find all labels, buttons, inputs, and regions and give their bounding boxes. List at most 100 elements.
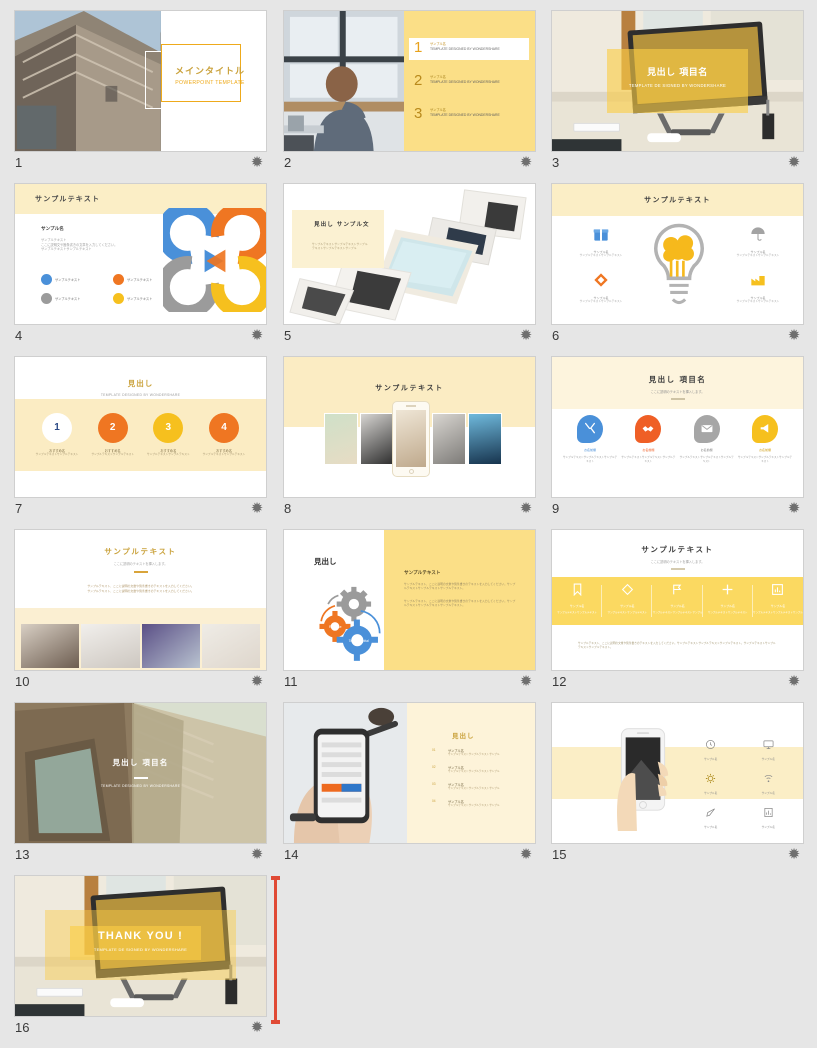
slide-15-icon-cell-5-label: サンプル名 [704,826,718,829]
slide-9-card-1-badge [577,415,603,443]
star-icon[interactable]: ✹ [787,847,801,862]
slide-number-15: 15 [552,847,567,862]
slide-thumbnail-16[interactable]: THANK YOU ! TEMPLATE DE SIGNED BY WONDER… [14,875,267,1017]
slide-7-step-1-number: 1 [42,413,72,443]
slide-cell-6[interactable]: サンプルテキスト サンプル名 サンプルテキストサンプルテキスト サンプル名 サン… [551,183,807,356]
slide-number-13: 13 [15,847,30,862]
slide-7-step-4-body: サンプルテキストサンプルテキスト [202,453,246,456]
slide-thumbnail-3[interactable]: 見出し 項目名 TEMPLATE DE SIGNED BY WONDERSHAR… [551,10,804,152]
slide-3-subtitle: TEMPLATE DE SIGNED BY WONDERSHARE [628,83,727,88]
diamond-icon [621,583,633,596]
slide-12-column-2-body: サンプルテキストサンプルテキスト [607,611,648,614]
slide-9-card-2-body: サンプルテキストサンプルテキストサンプルテキスト [621,456,676,463]
slide-cell-2[interactable]: 1 サンプル名 TEMPLATE DESIGNED BY WONDERSHARE… [283,10,539,183]
slide-thumbnail-10[interactable]: サンプルテキスト ここに説明のテキストを挿入します。 サンプルテキスト、ここに説… [14,529,267,671]
slide-number-1: 1 [15,155,23,170]
slide-thumbnail-12[interactable]: サンプルテキスト ここに説明のテキストを挿入します。 サンプル名 サンプルテキス… [551,529,804,671]
star-icon[interactable]: ✹ [519,501,533,516]
star-icon[interactable]: ✹ [787,328,801,343]
slide-meta-13: 13 ✹ [14,846,270,864]
slide-4-body: サンプルテキスト ここに説明文や箇条書きの文章を入力してください。 サンプルテキ… [41,238,153,252]
slide-14-item-3-body: サンプルテキストサンプルテキストサンプル [448,787,500,790]
slide-thumbnail-9[interactable]: 見出し 項目名 ここに説明のテキストを挿入します。 お名前欄 サンプルテキストサ… [551,356,804,498]
slide-thumbnail-6[interactable]: サンプルテキスト サンプル名 サンプルテキストサンプルテキスト サンプル名 サン… [551,183,804,325]
slide-2-item-3: 3 サンプル名 TEMPLATE DESIGNED BY WONDERSHARE [414,104,532,126]
slide-cell-3[interactable]: 見出し 項目名 TEMPLATE DE SIGNED BY WONDERSHAR… [551,10,807,183]
slide-11-panel-paragraph-1: サンプルテキスト、ここに説明の文章や箇条書きのテキストを入力してください。サンプ… [404,582,516,590]
slide-thumbnail-8[interactable]: サンプルテキスト [283,356,536,498]
star-icon[interactable]: ✹ [250,155,264,170]
slide-meta-8: 8 ✹ [283,500,539,518]
slide-cell-7[interactable]: 見出し TEMPLATE DESIGNED BY WONDERSHARE 1 お… [14,356,270,529]
slide-cell-10[interactable]: サンプルテキスト ここに説明のテキストを挿入します。 サンプルテキスト、ここに説… [14,529,270,702]
star-icon[interactable]: ✹ [250,847,264,862]
slide-12-column-5-body: サンプルテキストサンプルテキストサンプル [753,611,803,614]
slide-14-item-2: 02 サンプル名 サンプルテキストサンプルテキストサンプル [432,765,527,774]
megaphone-icon [760,424,769,433]
slide-7-step-4: 4 おすすめ名 サンプルテキストサンプルテキスト [198,413,250,457]
slide-5-body-top: サンプルテキストサンプルテキストサンプル テキストサンプルテキストサンプル [312,242,376,250]
star-icon[interactable]: ✹ [787,155,801,170]
star-icon[interactable]: ✹ [787,501,801,516]
slide-13-subtitle: TEMPLATE DESIGNED BY WONDERSHARE [100,784,181,788]
slide-cell-5[interactable]: 見出し サンプル文 サンプルテキストサンプルテキストサンプル テキストサンプルテ… [283,183,539,356]
slide-cell-11[interactable]: 見出し Release Team Capital サンプルテキスト サンプルテキ… [283,529,539,702]
slide-cell-8[interactable]: サンプルテキスト 8 ✹ [283,356,539,529]
slide-meta-16: 16 ✹ [14,1019,270,1037]
slide-6-feature-1-body: サンプルテキストサンプルテキスト [579,254,623,257]
slide-12-column-4-body: サンプルテキストサンプルテキスト [707,611,748,614]
slide-thumbnail-11[interactable]: 見出し Release Team Capital サンプルテキスト サンプルテキ… [283,529,536,671]
wifi-icon [764,775,773,783]
star-icon[interactable]: ✹ [787,674,801,689]
slide-cell-4[interactable]: サンプルテキスト サンプル名 サンプルテキスト ここに説明文や箇条書きの文章を入… [14,183,270,356]
slide-4-bullet-3-label: サンプルテキスト [55,297,81,301]
slide-cell-9[interactable]: 見出し 項目名 ここに説明のテキストを挿入します。 お名前欄 サンプルテキストサ… [551,356,807,529]
slide-15-icon-cell-1: サンプル名 [684,737,738,761]
slide-thumbnail-7[interactable]: 見出し TEMPLATE DESIGNED BY WONDERSHARE 1 お… [14,356,267,498]
star-icon[interactable]: ✹ [519,674,533,689]
slide-thumbnail-15[interactable]: サンプル名 サンプル名 サンプル名 サンプル名 サンプル名 サンプル名 [551,702,804,844]
slide-thumbnail-13[interactable]: 見出し 項目名 TEMPLATE DESIGNED BY WONDERSHARE [14,702,267,844]
hand-phone-illustration [617,728,669,831]
slide-thumbnail-14[interactable]: 見出し 01 サンプル名 サンプルテキストサンプルテキストサンプル 02 サンプ… [283,702,536,844]
slide-thumbnail-5[interactable]: 見出し サンプル文 サンプルテキストサンプルテキストサンプル テキストサンプルテ… [283,183,536,325]
chart-icon [764,808,773,817]
slide-thumbnail-4[interactable]: サンプルテキスト サンプル名 サンプルテキスト ここに説明文や箇条書きの文章を入… [14,183,267,325]
slide-thumbnail-2[interactable]: 1 サンプル名 TEMPLATE DESIGNED BY WONDERSHARE… [283,10,536,152]
slide-cell-15[interactable]: サンプル名 サンプル名 サンプル名 サンプル名 サンプル名 サンプル名 15 ✹ [551,702,807,875]
star-icon[interactable]: ✹ [519,847,533,862]
slide-7-step-1-body: サンプルテキストサンプルテキスト [35,453,79,456]
building-illustration [15,11,161,151]
star-icon[interactable]: ✹ [519,328,533,343]
slide-cell-12[interactable]: サンプルテキスト ここに説明のテキストを挿入します。 サンプル名 サンプルテキス… [551,529,807,702]
slide-cell-16[interactable]: THANK YOU ! TEMPLATE DE SIGNED BY WONDER… [14,875,270,1048]
star-icon[interactable]: ✹ [250,674,264,689]
slide-number-4: 4 [15,328,23,343]
slide-8-title: サンプルテキスト [375,384,444,392]
slide-7-step-1: 1 おすすめ名 サンプルテキストサンプルテキスト [31,413,83,457]
slide-cell-13[interactable]: 見出し 項目名 TEMPLATE DESIGNED BY WONDERSHARE… [14,702,270,875]
slide-thumbnail-1[interactable]: メインタイトル POWERPOINT TEMPLATE [14,10,267,152]
diamond-icon [594,273,608,287]
slide-8-photo-4 [468,413,502,465]
slide-10-photo-2 [81,624,140,668]
star-icon[interactable]: ✹ [519,155,533,170]
slide-9-card-3-badge [693,415,720,443]
slide-meta-15: 15 ✹ [551,846,807,864]
slide-14-item-2-tag: 02 [432,765,436,769]
star-icon[interactable]: ✹ [250,328,264,343]
slide-meta-12: 12 ✹ [551,673,807,691]
office-man-illustration [284,11,405,151]
slide-8-phone-home-button [408,469,414,474]
slide-13-title: 見出し 項目名 [112,758,169,767]
slide-sorter-grid[interactable]: メインタイトル POWERPOINT TEMPLATE 1 ✹ 1 サンプル名 … [0,0,817,1042]
star-icon[interactable]: ✹ [250,1020,264,1035]
slide-cell-1[interactable]: メインタイトル POWERPOINT TEMPLATE 1 ✹ [14,10,270,183]
slide-4-bullet-4: サンプルテキスト [113,293,167,304]
slide-2-photo [284,11,405,151]
slide-14-item-4-tag: 04 [432,799,436,803]
star-icon[interactable]: ✹ [250,501,264,516]
slide-6-feature-1: サンプル名 サンプルテキストサンプルテキスト [568,226,634,258]
slide-cell-14[interactable]: 見出し 01 サンプル名 サンプルテキストサンプルテキストサンプル 02 サンプ… [283,702,539,875]
slide-12-footnote: サンプルテキスト、ここに説明の文章や箇条書きのテキストを入力してください。サンプ… [578,642,776,650]
